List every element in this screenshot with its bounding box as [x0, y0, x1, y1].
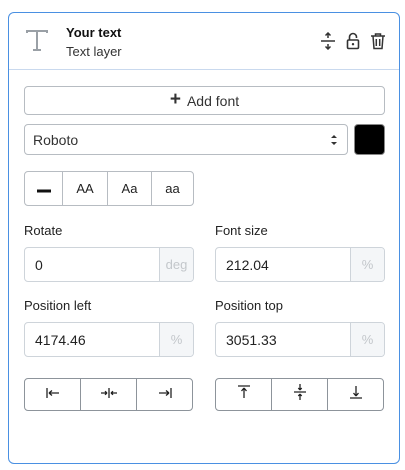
font-color-swatch[interactable]	[354, 124, 385, 155]
position-left-input[interactable]: 4174.46	[25, 323, 159, 356]
layer-actions	[319, 31, 387, 51]
align-left-icon	[45, 386, 60, 404]
case-capitalize-button[interactable]: Aa	[108, 172, 152, 205]
font-size-input[interactable]: 212.04	[216, 248, 350, 281]
vertical-align-group	[215, 378, 384, 411]
align-top-icon	[237, 385, 251, 404]
align-center-horizontal-icon	[100, 386, 118, 404]
unlock-icon[interactable]	[344, 31, 362, 51]
align-middle-vertical-icon	[293, 383, 307, 406]
font-size-label: Font size	[215, 223, 268, 238]
layer-title: Your text	[66, 25, 122, 40]
layer-header: Your text Text layer	[9, 13, 399, 70]
align-bottom-icon	[349, 385, 363, 404]
resize-vertical-icon[interactable]	[319, 31, 337, 51]
position-top-field: 3051.33 %	[215, 322, 385, 357]
position-left-label: Position left	[24, 298, 92, 313]
position-top-label: Position top	[215, 298, 283, 313]
text-layer-panel: Your text Text layer + Add font Roboto A…	[8, 12, 400, 464]
align-middle-vertical-button[interactable]	[272, 379, 328, 410]
position-left-field: 4174.46 %	[24, 322, 194, 357]
rotate-field: 0 deg	[24, 247, 194, 282]
align-right-icon	[158, 386, 172, 404]
layer-type-label: Text layer	[66, 44, 122, 59]
align-right-button[interactable]	[137, 379, 192, 410]
trash-icon[interactable]	[369, 31, 387, 51]
dash-icon	[36, 181, 51, 196]
text-case-group: AA Aa aa	[24, 171, 194, 206]
position-left-unit: %	[159, 323, 193, 356]
text-type-icon	[23, 27, 51, 55]
case-lowercase-button[interactable]: aa	[152, 172, 193, 205]
case-none-button[interactable]	[25, 172, 63, 205]
font-size-unit: %	[350, 248, 384, 281]
add-font-label: Add font	[186, 92, 240, 109]
select-caret-icon	[330, 133, 338, 147]
align-bottom-button[interactable]	[328, 379, 383, 410]
rotate-input[interactable]: 0	[25, 248, 159, 281]
horizontal-align-group	[24, 378, 193, 411]
font-family-select[interactable]: Roboto	[24, 124, 348, 155]
position-top-unit: %	[350, 323, 384, 356]
align-left-button[interactable]	[25, 379, 81, 410]
plus-icon: +	[169, 89, 181, 110]
font-family-value: Roboto	[33, 131, 79, 148]
rotate-unit: deg	[159, 248, 193, 281]
rotate-label: Rotate	[24, 223, 63, 238]
position-top-input[interactable]: 3051.33	[216, 323, 350, 356]
case-uppercase-button[interactable]: AA	[63, 172, 108, 205]
font-size-field: 212.04 %	[215, 247, 385, 282]
align-center-horizontal-button[interactable]	[81, 379, 137, 410]
add-font-button[interactable]: + Add font	[24, 86, 385, 115]
align-top-button[interactable]	[216, 379, 272, 410]
